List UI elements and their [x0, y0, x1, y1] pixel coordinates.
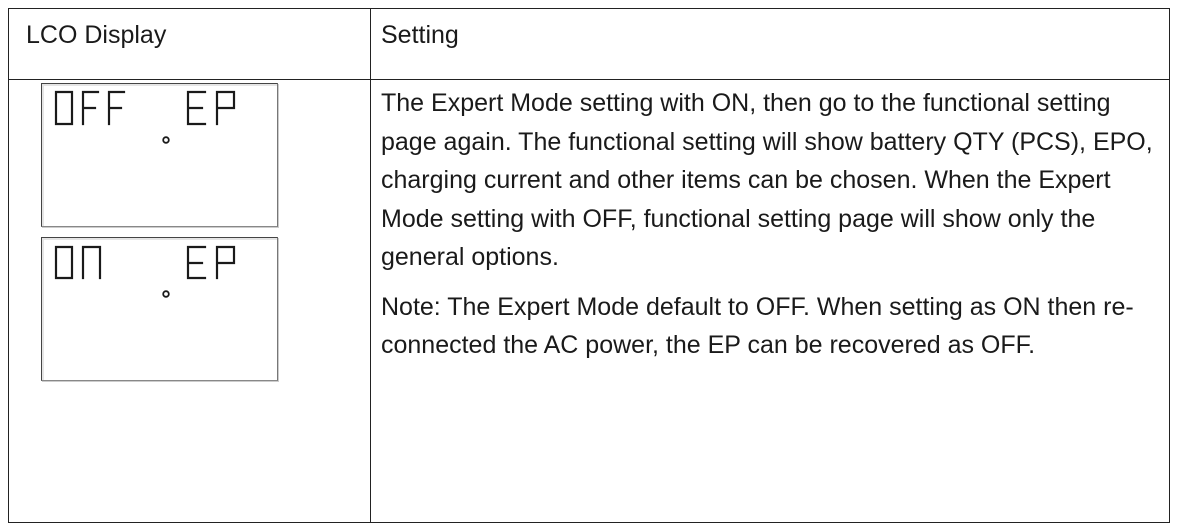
lcd-display-cell: [8, 79, 371, 523]
settings-table: LCO Display Setting The Expert Mode sett…: [8, 8, 1170, 523]
lcd-panel-on-ep: [41, 237, 278, 381]
lcd-on-ep-icon: [54, 245, 236, 298]
table-body-row: The Expert Mode setting with ON, then go…: [8, 79, 1170, 523]
lcd-panel-off-ep: [41, 83, 278, 227]
setting-description-cell: The Expert Mode setting with ON, then go…: [370, 79, 1170, 523]
lcd-display-header: LCO Display: [8, 8, 371, 80]
setting-header: Setting: [370, 8, 1170, 80]
setting-paragraph-note: Note: The Expert Mode default to OFF. Wh…: [381, 292, 1134, 360]
lcd-off-ep-icon: [54, 90, 236, 144]
table-header-row: LCO Display Setting: [8, 8, 1170, 80]
setting-paragraph-expert-mode: The Expert Mode setting with ON, then go…: [381, 89, 1153, 271]
